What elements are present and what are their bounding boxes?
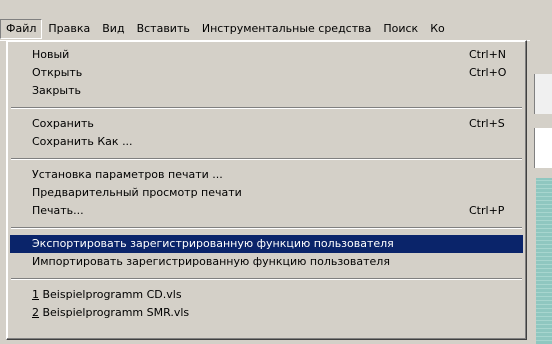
background-field (534, 74, 552, 114)
menu-item-label: Новый (32, 48, 70, 61)
menu-item-save-as[interactable]: Сохранить Как ... (10, 133, 523, 151)
menu-item-label: Печать... (32, 204, 84, 217)
menu-edit[interactable]: Правка (42, 19, 96, 39)
shortcut-label: Ctrl+N (469, 48, 507, 61)
menu-item-print[interactable]: Печать... Ctrl+P (10, 202, 523, 220)
menu-separator (11, 107, 522, 109)
menu-item-label: Закрыть (32, 84, 81, 97)
menu-insert[interactable]: Вставить (131, 19, 196, 39)
recent-file-2[interactable]: 2 Beispielprogramm SMR.vls (10, 304, 523, 322)
menu-file[interactable]: Файл (0, 19, 43, 39)
recent-file-name: Beispielprogramm CD.vls (39, 288, 182, 301)
menu-separator (11, 278, 522, 280)
menu-item-print-preview[interactable]: Предварительный просмотр печати (10, 184, 523, 202)
background-canvas (536, 178, 552, 344)
menu-item-new[interactable]: Новый Ctrl+N (10, 46, 523, 64)
menu-item-label: Открыть (32, 66, 83, 79)
recent-file-name: Beispielprogramm SMR.vls (39, 306, 190, 319)
menu-item-label: Предварительный просмотр печати (32, 186, 242, 199)
menu-truncated[interactable]: Ко (424, 19, 451, 39)
menu-separator (11, 227, 522, 229)
menu-bar: Файл Правка Вид Вставить Инструментальны… (0, 18, 552, 41)
menu-item-label: Экспортировать зарегистрированную функци… (32, 237, 394, 250)
menu-item-open[interactable]: Открыть Ctrl+O (10, 64, 523, 82)
file-menu-dropdown: Новый Ctrl+N Открыть Ctrl+O Закрыть Сохр… (6, 40, 527, 340)
recent-file-number: 1 (32, 288, 39, 301)
shortcut-label: Ctrl+S (469, 117, 505, 130)
recent-file-number: 2 (32, 306, 39, 319)
menu-item-save[interactable]: Сохранить Ctrl+S (10, 115, 523, 133)
menu-view[interactable]: Вид (96, 19, 130, 39)
menu-item-close[interactable]: Закрыть (10, 82, 523, 100)
recent-file-1[interactable]: 1 Beispielprogramm CD.vls (10, 286, 523, 304)
background-window (530, 40, 552, 344)
background-panel (534, 128, 552, 168)
menu-item-import-udf[interactable]: Импортировать зарегистрированную функцию… (10, 253, 523, 271)
menu-item-export-udf[interactable]: Экспортировать зарегистрированную функци… (10, 235, 523, 253)
menu-tools[interactable]: Инструментальные средства (196, 19, 378, 39)
menu-search[interactable]: Поиск (377, 19, 424, 39)
menu-item-label: Сохранить (32, 117, 94, 130)
menu-separator (11, 158, 522, 160)
shortcut-label: Ctrl+P (469, 204, 505, 217)
shortcut-label: Ctrl+O (469, 66, 507, 79)
menu-item-page-setup[interactable]: Установка параметров печати ... (10, 166, 523, 184)
menu-item-label: Импортировать зарегистрированную функцию… (32, 255, 390, 268)
menu-item-label: Сохранить Как ... (32, 135, 133, 148)
menu-item-label: Установка параметров печати ... (32, 168, 223, 181)
